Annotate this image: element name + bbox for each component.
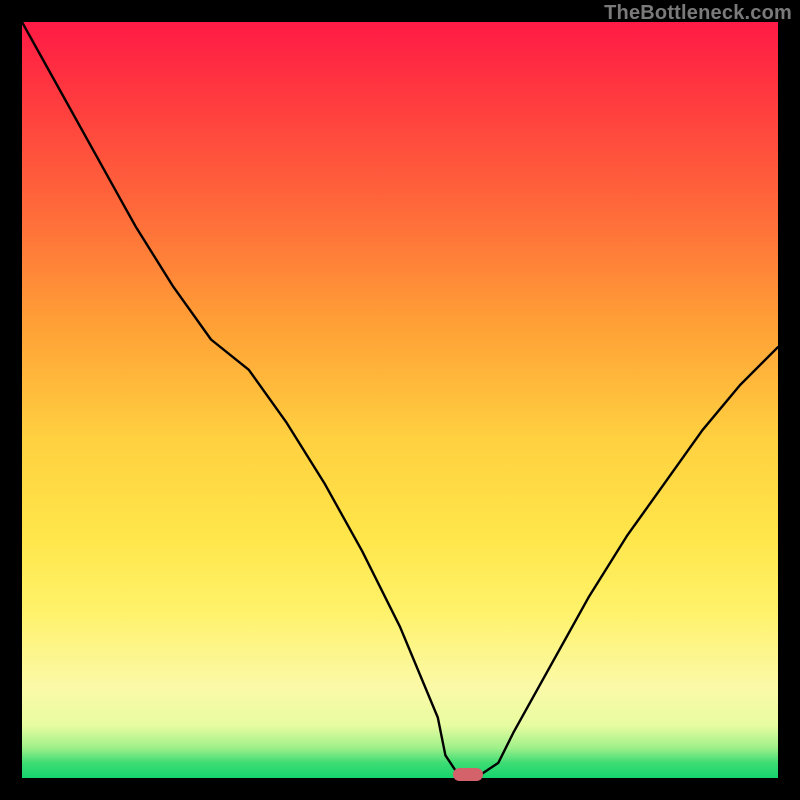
plot-area bbox=[22, 22, 778, 778]
chart-frame: TheBottleneck.com bbox=[0, 0, 800, 800]
minimum-marker bbox=[453, 768, 483, 781]
bottleneck-curve bbox=[22, 22, 778, 778]
watermark-text: TheBottleneck.com bbox=[604, 2, 792, 25]
